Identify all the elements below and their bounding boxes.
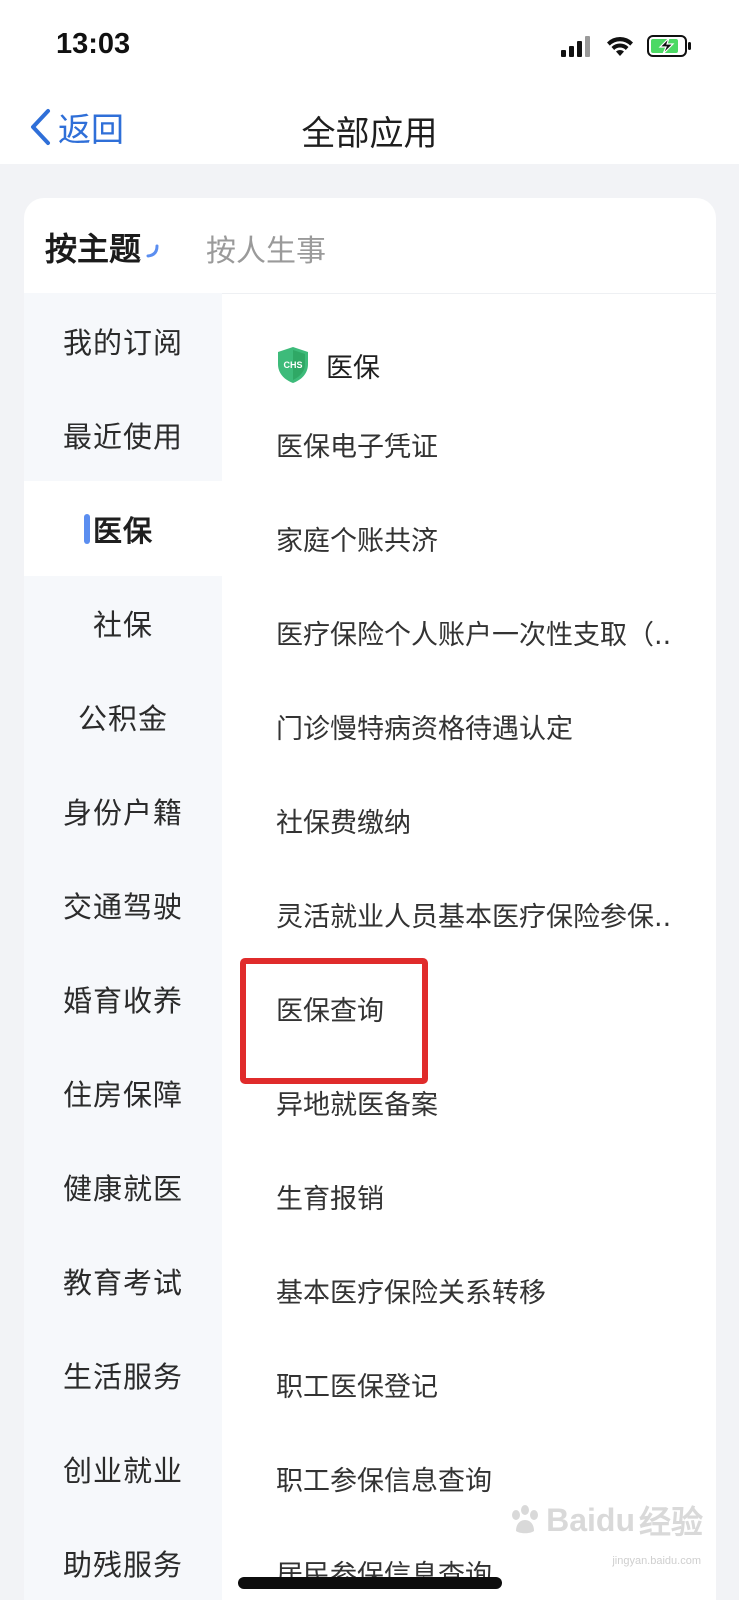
app-item[interactable]: 家庭个账共济 — [276, 512, 696, 572]
highlight-annotation-box — [240, 958, 428, 1084]
app-item[interactable]: 门诊慢特病资格待遇认定 — [276, 700, 696, 760]
sidebar-item-housing-fund[interactable]: 公积金 — [24, 669, 222, 764]
section-header: CHS 医保 — [276, 343, 380, 387]
sidebar-item-social-security[interactable]: 社保 — [24, 575, 222, 670]
app-item[interactable]: 社保费缴纳 — [276, 794, 696, 854]
status-time: 13:03 — [56, 28, 131, 60]
sidebar-item-subscriptions[interactable]: 我的订阅 — [24, 293, 222, 388]
app-item[interactable]: 生育报销 — [276, 1170, 696, 1230]
paw-logo-icon — [512, 1505, 539, 1534]
sidebar-item-medical-insurance[interactable]: 医保 — [24, 481, 222, 576]
app-item[interactable]: 职工医保登记 — [276, 1358, 696, 1418]
sidebar-item-employment[interactable]: 创业就业 — [24, 1421, 222, 1516]
tab-active-indicator — [146, 244, 159, 258]
svg-text:CHS: CHS — [283, 360, 302, 370]
sidebar-item-marriage-adoption[interactable]: 婚育收养 — [24, 951, 222, 1046]
section-title: 医保 — [326, 352, 380, 384]
watermark-url: jingyan.baidu.com — [612, 1555, 701, 1567]
apps-card: 按主题 按人生事 我的订阅 最近使用 医保 社保 公积金 身份户籍 交通驾驶 婚… — [24, 198, 716, 1600]
category-sidebar: 我的订阅 最近使用 医保 社保 公积金 身份户籍 交通驾驶 婚育收养 住房保障 … — [24, 293, 222, 1600]
nav-bar: 返回 全部应用 — [0, 92, 739, 164]
sidebar-item-recent[interactable]: 最近使用 — [24, 387, 222, 482]
sidebar-item-traffic-driving[interactable]: 交通驾驶 — [24, 857, 222, 952]
battery-charging-icon — [647, 35, 691, 57]
sidebar-item-label: 医保 — [92, 513, 153, 548]
tabs-row: 按主题 按人生事 — [24, 198, 716, 294]
watermark-brand-cn: 经验 — [638, 1504, 703, 1540]
sidebar-item-health-care[interactable]: 健康就医 — [24, 1139, 222, 1234]
chs-shield-icon: CHS — [278, 347, 308, 383]
sidebar-item-household-registration[interactable]: 身份户籍 — [24, 763, 222, 858]
app-item[interactable]: 医疗保险个人账户一次性支取（.. — [276, 606, 696, 666]
home-indicator[interactable] — [238, 1577, 502, 1589]
tab-by-theme[interactable]: 按主题 — [45, 224, 141, 270]
app-item[interactable]: 医保电子凭证 — [276, 418, 696, 478]
active-indicator-bar — [84, 514, 90, 544]
sidebar-item-education-exam[interactable]: 教育考试 — [24, 1233, 222, 1328]
status-icons — [561, 32, 693, 60]
app-item[interactable]: 灵活就业人员基本医疗保险参保.. — [276, 888, 696, 948]
wifi-icon — [607, 36, 633, 56]
app-item[interactable]: 基本医疗保险关系转移 — [276, 1264, 696, 1324]
page-title: 全部应用 — [301, 114, 438, 154]
watermark-brand: Baidu — [546, 1501, 635, 1538]
sidebar-item-life-services[interactable]: 生活服务 — [24, 1327, 222, 1422]
sidebar-item-disability-services[interactable]: 助残服务 — [24, 1515, 222, 1600]
baidu-jingyan-watermark: Baidu 经验 — [508, 1492, 703, 1548]
app-item[interactable]: 异地就医备案 — [276, 1076, 696, 1136]
tab-by-life-event[interactable]: 按人生事 — [206, 226, 326, 270]
status-bar: 13:03 — [0, 0, 739, 92]
app-list: CHS 医保 医保电子凭证 家庭个账共济 医疗保险个人账户一次性支取（.. 门诊… — [222, 293, 716, 1600]
sidebar-item-housing-security[interactable]: 住房保障 — [24, 1045, 222, 1140]
cellular-signal-icon — [561, 36, 590, 57]
